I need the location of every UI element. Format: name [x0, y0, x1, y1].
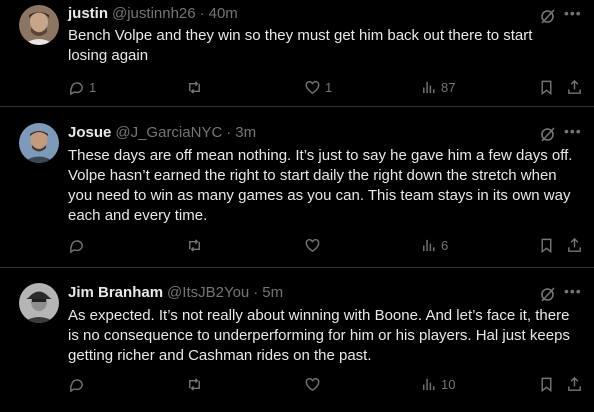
- tweet-actions: 6: [68, 237, 588, 257]
- grok-icon[interactable]: [540, 126, 556, 142]
- views-count: 87: [441, 80, 456, 95]
- views-count: 10: [441, 377, 456, 392]
- views-icon: [423, 378, 435, 391]
- author-handle[interactable]: @justinnh26: [112, 5, 196, 22]
- timestamp[interactable]: 3m: [235, 124, 256, 141]
- views-button[interactable]: 10: [420, 376, 455, 393]
- share-button[interactable]: [566, 79, 583, 96]
- reply-icon: [70, 82, 83, 96]
- tweet-text: As expected. It’s not really about winni…: [68, 307, 570, 364]
- bookmark-button[interactable]: [538, 79, 555, 96]
- like-icon: [305, 80, 320, 94]
- reply-feed: justin @justinnh26 · 40m ••• Bench Volpe…: [0, 0, 594, 412]
- tweet-header: Jim Branham @ItsJB2You · 5m: [68, 284, 283, 301]
- author-name[interactable]: Josue: [68, 124, 111, 141]
- views-icon: [423, 81, 435, 94]
- reply-icon: [70, 240, 83, 254]
- like-button[interactable]: [304, 237, 325, 254]
- views-button[interactable]: 6: [420, 237, 448, 254]
- bookmark-icon: [541, 377, 552, 393]
- share-button[interactable]: [566, 237, 583, 254]
- separator: ·: [199, 5, 205, 22]
- reply-button[interactable]: [68, 237, 89, 254]
- reply-button[interactable]: [68, 376, 89, 393]
- retweet-icon: [189, 239, 200, 252]
- share-icon: [568, 79, 581, 94]
- bookmark-button[interactable]: [538, 376, 555, 393]
- grok-icon[interactable]: [540, 8, 556, 24]
- avatar[interactable]: [19, 283, 59, 323]
- author-name[interactable]: Jim Branham: [68, 284, 163, 301]
- timestamp[interactable]: 40m: [209, 5, 238, 22]
- like-count: 1: [325, 80, 333, 95]
- tweet-header: justin @justinnh26 · 40m: [68, 5, 238, 22]
- share-button[interactable]: [566, 376, 583, 393]
- retweet-button[interactable]: [186, 237, 207, 254]
- more-icon[interactable]: •••: [564, 284, 581, 303]
- tweet[interactable]: justin @justinnh26 · 40m ••• Bench Volpe…: [0, 0, 594, 107]
- grok-icon[interactable]: [540, 286, 556, 302]
- separator: ·: [253, 284, 259, 301]
- bookmark-icon: [541, 80, 552, 96]
- reply-icon: [70, 379, 83, 393]
- share-icon: [568, 237, 581, 252]
- reply-count: 1: [89, 80, 97, 95]
- views-count: 6: [441, 238, 449, 253]
- author-name[interactable]: justin: [68, 5, 108, 22]
- retweet-button[interactable]: [186, 79, 207, 96]
- bookmark-icon: [541, 238, 552, 254]
- avatar[interactable]: [19, 123, 59, 163]
- author-handle[interactable]: @J_GarciaNYC: [115, 124, 222, 141]
- author-handle[interactable]: @ItsJB2You: [167, 284, 249, 301]
- share-icon: [568, 376, 581, 391]
- tweet-text: Bench Volpe and they win so they must ge…: [68, 27, 533, 64]
- timestamp[interactable]: 5m: [262, 284, 283, 301]
- tweet-actions: 10: [68, 376, 588, 396]
- tweet-header: Josue @J_GarciaNYC · 3m: [68, 124, 256, 141]
- reply-button[interactable]: 1: [68, 79, 96, 96]
- retweet-button[interactable]: [186, 376, 207, 393]
- views-icon: [423, 239, 435, 252]
- like-button[interactable]: 1: [304, 79, 332, 96]
- retweet-icon: [189, 81, 200, 94]
- tweet[interactable]: Josue @J_GarciaNYC · 3m ••• These days a…: [0, 107, 594, 268]
- separator: ·: [226, 124, 232, 141]
- like-icon: [305, 238, 320, 252]
- bookmark-button[interactable]: [538, 237, 555, 254]
- more-icon[interactable]: •••: [564, 6, 581, 25]
- views-button[interactable]: 87: [420, 79, 455, 96]
- like-button[interactable]: [304, 376, 325, 393]
- retweet-icon: [189, 378, 200, 391]
- more-icon[interactable]: •••: [564, 124, 581, 143]
- tweet-actions: 1 1 87: [68, 79, 588, 99]
- tweet-text: These days are off mean nothing. It’s ju…: [68, 147, 573, 224]
- like-icon: [305, 377, 320, 391]
- avatar[interactable]: [19, 5, 59, 45]
- tweet[interactable]: Jim Branham @ItsJB2You · 5m ••• As expec…: [0, 268, 594, 412]
